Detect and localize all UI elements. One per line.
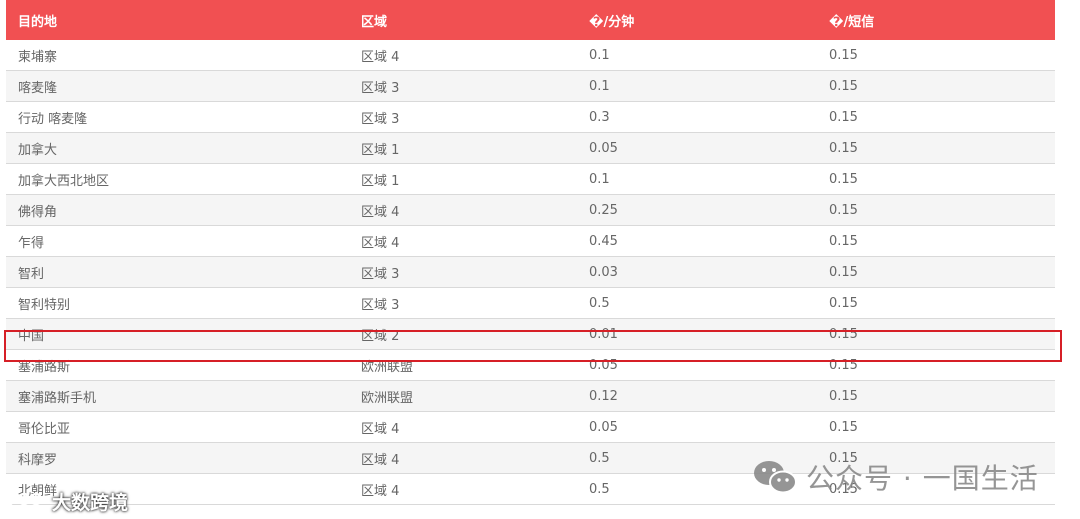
cell-per-sms: 0.15 bbox=[829, 202, 858, 218]
table-row: 加拿大 区域 1 0.05 0.15 bbox=[6, 133, 1055, 164]
cell-destination: 塞浦路斯手机 bbox=[18, 390, 97, 406]
cell-per-minute: 0.1 bbox=[589, 171, 610, 187]
header-region[interactable]: 区域 bbox=[349, 11, 577, 30]
cell-per-minute: 0.1 bbox=[589, 78, 610, 94]
cell-destination: 喀麦隆 bbox=[18, 80, 58, 96]
table-row: 佛得角 区域 4 0.25 0.15 bbox=[6, 195, 1055, 226]
table-row: 柬埔寨 区域 4 0.1 0.15 bbox=[6, 40, 1055, 71]
cell-destination: 加拿大 bbox=[18, 142, 58, 158]
cell-destination: 佛得角 bbox=[18, 204, 58, 220]
watermark-right: 公众号 · 一国生活 bbox=[752, 458, 1039, 496]
cell-region: 区域 4 bbox=[361, 235, 400, 251]
table-row: 塞浦路斯 欧洲联盟 0.05 0.15 bbox=[6, 350, 1055, 381]
table-row: 加拿大西北地区 区域 1 0.1 0.15 bbox=[6, 164, 1055, 195]
table-row: 智利特别 区域 3 0.5 0.15 bbox=[6, 288, 1055, 319]
cell-per-minute: 0.5 bbox=[589, 295, 610, 311]
cell-region: 区域 3 bbox=[361, 266, 400, 282]
cell-per-minute: 0.05 bbox=[589, 140, 618, 156]
cell-per-sms: 0.15 bbox=[829, 264, 858, 280]
cell-destination: 乍得 bbox=[18, 235, 45, 251]
cell-destination: 哥伦比亚 bbox=[18, 421, 71, 437]
cell-per-sms: 0.15 bbox=[829, 233, 858, 249]
table-row: 塞浦路斯手机 欧洲联盟 0.12 0.15 bbox=[6, 381, 1055, 412]
cell-per-sms: 0.15 bbox=[829, 140, 858, 156]
cell-destination: 加拿大西北地区 bbox=[18, 173, 110, 189]
brand-logo-icon bbox=[5, 491, 43, 511]
cell-per-sms: 0.15 bbox=[829, 419, 858, 435]
cell-destination: 中国 bbox=[18, 328, 45, 344]
header-destination[interactable]: 目的地 bbox=[6, 11, 349, 30]
cell-region: 欧洲联盟 bbox=[361, 359, 414, 375]
cell-per-sms: 0.15 bbox=[829, 388, 858, 404]
rates-table: 目的地 区域 �/分钟 �/短信 柬埔寨 区域 4 0.1 0.15 喀麦隆 区域 3 0.… bbox=[6, 0, 1055, 505]
watermark-right-text: 公众号 · 一国生活 bbox=[806, 462, 1039, 495]
cell-per-minute: 0.25 bbox=[589, 202, 618, 218]
cell-region: 区域 4 bbox=[361, 421, 400, 437]
cell-region: 区域 1 bbox=[361, 173, 400, 189]
cell-region: 区域 1 bbox=[361, 142, 400, 158]
table-row: 行动 喀麦隆 区域 3 0.3 0.15 bbox=[6, 102, 1055, 133]
cell-per-minute: 0.1 bbox=[589, 47, 610, 63]
cell-region: 区域 3 bbox=[361, 297, 400, 313]
cell-destination: 科摩罗 bbox=[18, 452, 58, 468]
cell-destination: 智利特别 bbox=[18, 297, 71, 313]
cell-per-minute: 0.01 bbox=[589, 326, 618, 342]
watermark-left: 大数跨境 bbox=[4, 486, 128, 516]
cell-destination: 智利 bbox=[18, 266, 45, 282]
cell-per-sms: 0.15 bbox=[829, 295, 858, 311]
cell-region: 区域 3 bbox=[361, 80, 400, 96]
cell-region: 欧洲联盟 bbox=[361, 390, 414, 406]
watermark-left-text: 大数跨境 bbox=[52, 491, 129, 514]
cell-region: 区域 4 bbox=[361, 204, 400, 220]
cell-per-minute: 0.45 bbox=[589, 233, 618, 249]
cell-per-minute: 0.05 bbox=[589, 357, 618, 373]
cell-region: 区域 4 bbox=[361, 452, 400, 468]
table-row: 智利 区域 3 0.03 0.15 bbox=[6, 257, 1055, 288]
cell-per-sms: 0.15 bbox=[829, 78, 858, 94]
cell-destination: 塞浦路斯 bbox=[18, 359, 71, 375]
cell-per-minute: 0.3 bbox=[589, 109, 610, 125]
cell-per-minute: 0.12 bbox=[589, 388, 618, 404]
cell-region: 区域 4 bbox=[361, 483, 400, 499]
wechat-icon bbox=[754, 461, 797, 494]
cell-per-minute: 0.05 bbox=[589, 419, 618, 435]
table-row: 中国 区域 2 0.01 0.15 bbox=[6, 319, 1055, 350]
cell-per-minute: 0.03 bbox=[589, 264, 618, 280]
cell-per-sms: 0.15 bbox=[829, 109, 858, 125]
cell-per-sms: 0.15 bbox=[829, 326, 858, 342]
header-per-minute[interactable]: �/分钟 bbox=[577, 11, 817, 30]
cell-destination: 行动 喀麦隆 bbox=[18, 111, 88, 127]
header-per-sms[interactable]: �/短信 bbox=[817, 11, 1055, 30]
cell-region: 区域 4 bbox=[361, 49, 400, 65]
cell-per-sms: 0.15 bbox=[829, 171, 858, 187]
cell-region: 区域 3 bbox=[361, 111, 400, 127]
table-header: 目的地 区域 �/分钟 �/短信 bbox=[6, 0, 1055, 40]
page: 目的地 区域 �/分钟 �/短信 柬埔寨 区域 4 0.1 0.15 喀麦隆 区域 3 0.… bbox=[0, 0, 1080, 519]
table-row: 乍得 区域 4 0.45 0.15 bbox=[6, 226, 1055, 257]
table-row: 哥伦比亚 区域 4 0.05 0.15 bbox=[6, 412, 1055, 443]
cell-destination: 柬埔寨 bbox=[18, 49, 58, 65]
cell-region: 区域 2 bbox=[361, 328, 400, 344]
cell-per-sms: 0.15 bbox=[829, 47, 858, 63]
cell-per-sms: 0.15 bbox=[829, 357, 858, 373]
table-body: 柬埔寨 区域 4 0.1 0.15 喀麦隆 区域 3 0.1 0.15 行动 喀麦隆 区域 3 0.… bbox=[6, 40, 1055, 505]
table-row: 喀麦隆 区域 3 0.1 0.15 bbox=[6, 71, 1055, 102]
